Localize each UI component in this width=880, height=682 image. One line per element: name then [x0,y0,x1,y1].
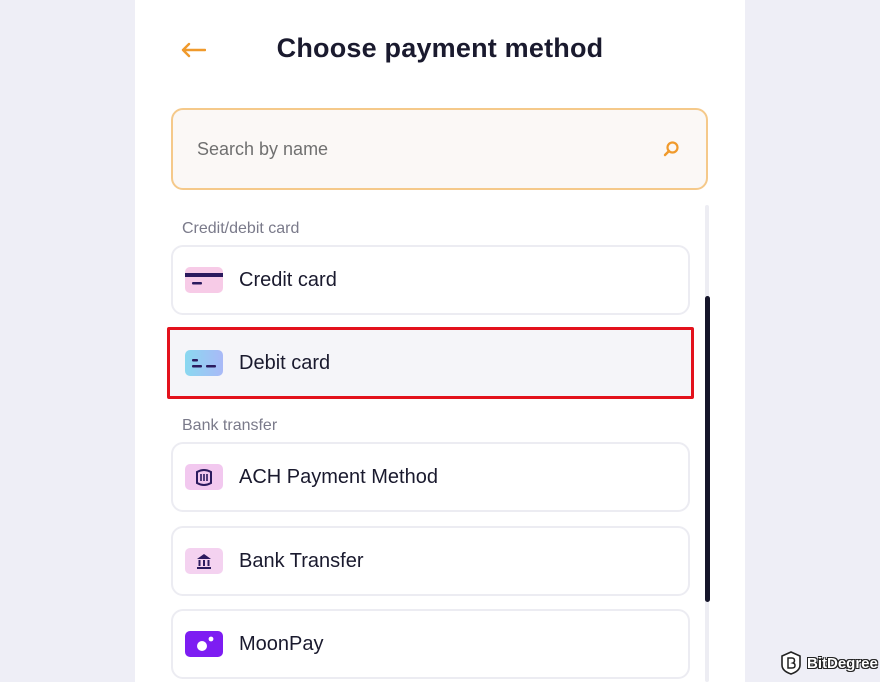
search-input[interactable] [197,138,660,160]
payment-method-panel: Choose payment method Credit/debit card … [135,0,745,682]
payment-item-ach[interactable]: ACH Payment Method [171,442,690,512]
payment-item-bank-transfer[interactable]: Bank Transfer [171,526,690,596]
bitdegree-watermark: BitDegree [780,650,878,676]
search-icon[interactable] [660,138,682,160]
moonpay-icon [185,631,223,657]
payment-item-moonpay[interactable]: MoonPay [171,609,690,679]
section-label-bank-transfer: Bank transfer [182,417,278,434]
watermark-text: BitDegree [807,654,878,672]
search-box[interactable] [171,108,708,190]
payment-item-label: Debit card [239,351,331,374]
payment-item-label: ACH Payment Method [239,465,438,488]
payment-item-label: Credit card [239,268,337,291]
credit-card-icon [185,267,223,293]
payment-item-credit-card[interactable]: Credit card [171,245,690,315]
debit-card-icon [185,350,223,376]
payment-item-label: Bank Transfer [239,549,364,572]
page-title: Choose payment method [276,33,604,63]
section-label-credit-debit: Credit/debit card [182,220,300,237]
payment-item-label: MoonPay [239,632,324,655]
bitdegree-logo-icon [781,651,801,675]
bank-icon [185,548,223,574]
scrollbar-thumb[interactable] [705,296,710,602]
payment-item-debit-card[interactable]: Debit card [167,327,694,399]
ach-icon [185,464,223,490]
